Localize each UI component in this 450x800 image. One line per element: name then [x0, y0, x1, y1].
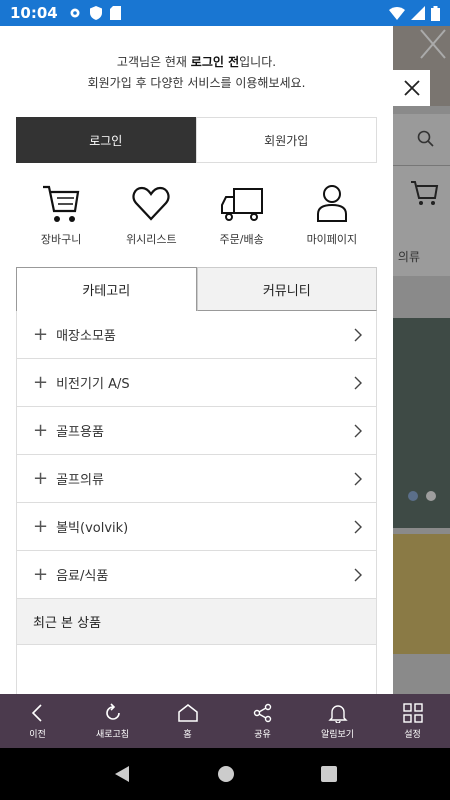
- chevron-right-icon: [354, 472, 362, 485]
- background-slider-dots: [408, 491, 436, 501]
- background-cart-icon: [411, 181, 439, 205]
- status-time: 10:04: [10, 4, 58, 22]
- quick-link-cart[interactable]: 장바구니: [16, 181, 106, 247]
- bottom-nav: 이전 새로고침 홈 공유 알림보기 설정: [0, 694, 450, 748]
- login-button[interactable]: 로그인: [16, 117, 196, 163]
- message-line2: 회원가입 후 다양한 서비스를 이용해보세요.: [87, 76, 306, 90]
- background-banner-yellow: [393, 534, 450, 654]
- settings-gear-icon: [70, 8, 80, 18]
- category-label: 골프용품: [56, 425, 104, 440]
- background-search-icon: [417, 130, 434, 147]
- cart-icon: [43, 185, 80, 222]
- category-item[interactable]: + 비전기기 A/S: [17, 359, 376, 407]
- chevron-right-icon: [354, 568, 362, 581]
- system-home-icon[interactable]: [217, 765, 235, 783]
- category-label: 음료/식품: [56, 569, 109, 584]
- plus-icon: +: [33, 371, 49, 393]
- category-item[interactable]: + 골프용품: [17, 407, 376, 455]
- nav-label: 이전: [29, 729, 46, 740]
- quick-links: 장바구니 위시리스트 주문/배송 마이페이지: [16, 181, 377, 247]
- plus-icon: +: [33, 563, 49, 585]
- wifi-icon: [389, 7, 405, 20]
- nav-label: 홈: [183, 729, 192, 740]
- shield-icon: [89, 6, 102, 20]
- category-list: + 매장소모품 + 비전기기 A/S + 골프용품 + 골프의류 + 볼빅(vo…: [16, 311, 377, 694]
- login-status-message: 고객님은 현재 로그인 전입니다. 회원가입 후 다양한 서비스를 이용해보세요…: [0, 52, 393, 94]
- category-item[interactable]: + 매장소모품: [17, 311, 376, 359]
- category-item[interactable]: + 음료/식품: [17, 551, 376, 599]
- battery-icon: [431, 5, 440, 21]
- category-item[interactable]: + 볼빅(volvik): [17, 503, 376, 551]
- quick-link-orders[interactable]: 주문/배송: [197, 181, 287, 247]
- bell-icon: [327, 704, 348, 723]
- drawer-tabs: 카테고리 커뮤니티: [16, 267, 377, 311]
- refresh-icon: [105, 702, 120, 720]
- chevron-right-icon: [354, 328, 362, 341]
- chevron-right-icon: [354, 376, 362, 389]
- category-label: 비전기기 A/S: [56, 377, 130, 392]
- message-bold: 로그인 전: [190, 55, 240, 69]
- nav-share[interactable]: 공유: [225, 694, 300, 748]
- quick-link-mypage[interactable]: 마이페이지: [287, 181, 377, 247]
- share-icon: [253, 703, 271, 722]
- category-label: 골프의류: [56, 473, 104, 488]
- truck-icon: [220, 188, 263, 221]
- category-label: 매장소모품: [56, 329, 116, 344]
- chevron-right-icon: [354, 520, 362, 533]
- plus-icon: +: [33, 515, 49, 537]
- side-drawer: 고객님은 현재 로그인 전입니다. 회원가입 후 다양한 서비스를 이용해보세요…: [0, 26, 393, 694]
- auth-buttons: 로그인 회원가입: [16, 117, 377, 163]
- nav-notifications[interactable]: 알림보기: [300, 694, 375, 748]
- quick-link-label: 장바구니: [40, 233, 82, 246]
- chevron-right-icon: [354, 424, 362, 437]
- heart-icon: [132, 186, 170, 221]
- grid-icon: [402, 702, 423, 723]
- background-close-x-icon: [420, 29, 446, 59]
- back-icon: [31, 703, 42, 722]
- system-back-icon[interactable]: [113, 765, 131, 783]
- recent-products-area: [17, 645, 376, 694]
- message-suffix: 입니다.: [239, 55, 277, 69]
- home-icon: [177, 703, 198, 722]
- quick-link-label: 위시리스트: [126, 233, 177, 246]
- tab-community[interactable]: 커뮤니티: [196, 267, 377, 311]
- signal-icon: [411, 6, 425, 20]
- plus-icon: +: [33, 419, 49, 441]
- background-search-bar: [393, 114, 450, 166]
- recent-products-header: 최근 본 상품: [17, 599, 376, 645]
- plus-icon: +: [33, 323, 49, 345]
- message-prefix: 고객님은 현재: [116, 55, 191, 69]
- nav-label: 공유: [254, 729, 271, 740]
- quick-link-wishlist[interactable]: 위시리스트: [106, 181, 196, 247]
- nav-label: 새로고침: [95, 729, 130, 740]
- close-icon: [403, 80, 420, 96]
- tab-category[interactable]: 카테고리: [16, 267, 197, 311]
- quick-link-label: 마이페이지: [306, 233, 358, 246]
- nav-back[interactable]: 이전: [0, 694, 75, 748]
- background-partial-label: 의류: [397, 250, 420, 264]
- nav-refresh[interactable]: 새로고침: [75, 694, 150, 748]
- sd-card-icon: [109, 6, 121, 20]
- system-recents-icon[interactable]: [321, 766, 337, 782]
- quick-link-label: 주문/배송: [219, 233, 264, 246]
- nav-home[interactable]: 홈: [150, 694, 225, 748]
- nav-settings[interactable]: 설정: [375, 694, 450, 748]
- nav-label: 설정: [404, 729, 421, 740]
- status-bar: 10:04: [0, 0, 450, 26]
- system-nav-bar: [0, 748, 450, 800]
- drawer-close-button[interactable]: [393, 70, 430, 106]
- category-item[interactable]: + 골프의류: [17, 455, 376, 503]
- category-label: 볼빅(volvik): [56, 521, 129, 536]
- plus-icon: +: [33, 467, 49, 489]
- nav-label: 알림보기: [320, 729, 355, 740]
- user-icon: [316, 185, 347, 222]
- signup-button[interactable]: 회원가입: [195, 117, 377, 163]
